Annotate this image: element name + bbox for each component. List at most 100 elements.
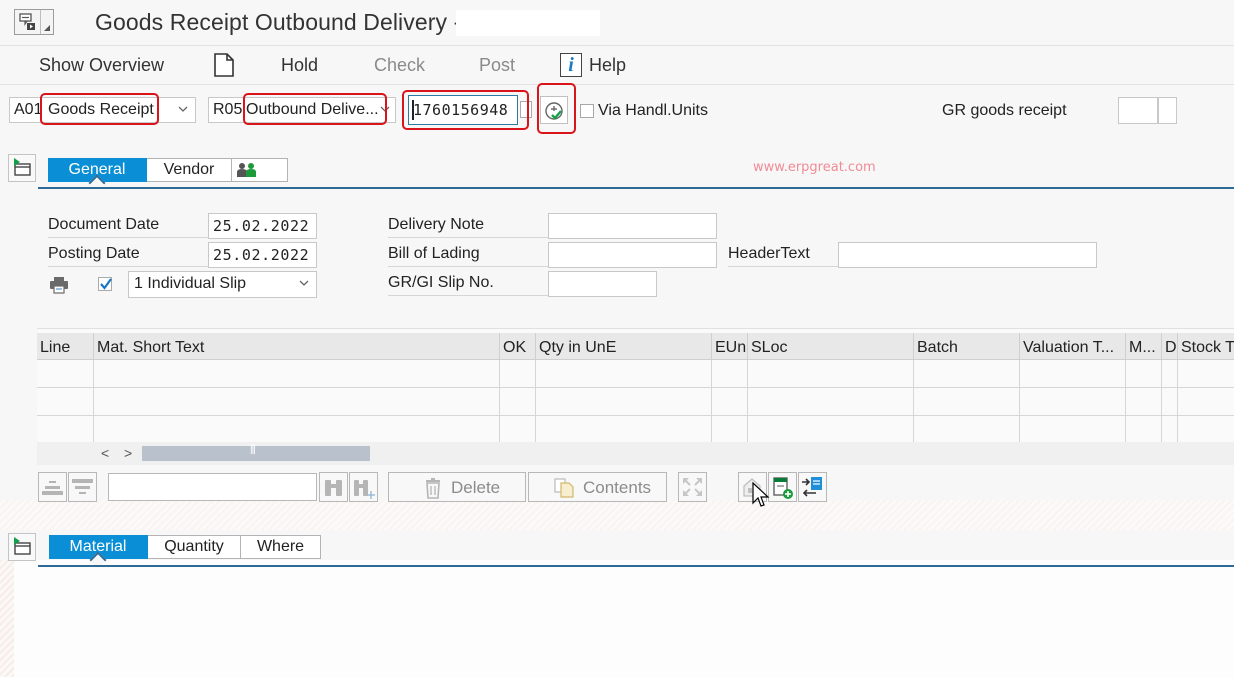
delivery-note-input[interactable]: [548, 213, 717, 239]
movement-type-label: GR goods receipt: [942, 102, 1067, 119]
help-button[interactable]: i Help: [560, 53, 626, 77]
highlight-box: [537, 83, 576, 134]
slip-type-select[interactable]: 1 Individual Slip: [128, 271, 317, 298]
highlight-box: [40, 93, 159, 125]
delivery-note-label: Delivery Note: [388, 213, 548, 238]
post-button[interactable]: Post: [479, 55, 515, 76]
show-overview-button[interactable]: Show Overview: [39, 55, 164, 76]
column-header-valuation-type[interactable]: Valuation T...: [1020, 333, 1126, 360]
transfer-icon: [802, 477, 822, 497]
column-header-ok[interactable]: OK: [500, 333, 536, 360]
window-title: Goods Receipt Outbound Delivery -: [95, 9, 462, 35]
dropdown-corner-icon: [44, 25, 50, 31]
trash-icon: [426, 478, 440, 499]
table-row[interactable]: [37, 416, 1234, 442]
info-icon: i: [560, 53, 582, 77]
new-document-button[interactable]: [213, 53, 235, 82]
posting-date-input[interactable]: 25.02.2022: [208, 242, 317, 268]
column-header-batch[interactable]: Batch: [914, 333, 1020, 360]
tab-quantity[interactable]: Quantity: [148, 535, 241, 559]
delete-label: Delete: [451, 478, 501, 497]
column-header-qty[interactable]: Qty in UnE: [536, 333, 712, 360]
chevron-down-icon: [178, 106, 188, 112]
find-next-button[interactable]: [349, 472, 378, 502]
application-toolbar: Show Overview Hold Check Post i Help: [0, 47, 1234, 85]
delete-button[interactable]: Delete: [388, 472, 526, 502]
panel-border: [0, 560, 14, 677]
header-text-input[interactable]: [838, 242, 1097, 268]
add-row-icon: [773, 477, 793, 499]
scroll-left-button[interactable]: <: [101, 445, 109, 461]
items-table: Line Mat. Short Text OK Qty in UnE EUn S…: [37, 328, 1234, 465]
partner-icon: [237, 163, 256, 177]
slip-type-value: 1 Individual Slip: [134, 275, 247, 292]
column-header-m[interactable]: M...: [1126, 333, 1162, 360]
print-icon: [49, 276, 69, 298]
column-header-mat-short-text[interactable]: Mat. Short Text: [94, 333, 500, 360]
binoculars-icon: [325, 480, 342, 496]
header-tab-underline: [38, 187, 1234, 189]
column-header-sloc[interactable]: SLoc: [748, 333, 914, 360]
bill-of-lading-input[interactable]: [548, 242, 717, 268]
check-button[interactable]: Check: [374, 55, 425, 76]
column-header-stock-type[interactable]: Stock T: [1178, 333, 1234, 360]
chevron-down-icon: [299, 280, 309, 286]
watermark: www.erpgreat.com: [753, 160, 876, 175]
tab-general[interactable]: General: [48, 158, 147, 182]
find-input[interactable]: [108, 473, 317, 501]
table-header: Line Mat. Short Text OK Qty in UnE EUn S…: [37, 333, 1234, 360]
highlight-box: [243, 93, 387, 125]
header-text-label: HeaderText: [728, 242, 838, 267]
header-tabstrip: General Vendor: [48, 158, 288, 182]
maximize-button[interactable]: [678, 472, 707, 502]
expand-panel-icon: [14, 158, 31, 176]
scrollbar-thumb[interactable]: |||: [142, 444, 370, 461]
gr-gi-slip-label: GR/GI Slip No.: [388, 271, 548, 296]
maximize-icon: [683, 478, 702, 496]
expand-header-button[interactable]: [8, 154, 36, 182]
print-checkbox[interactable]: [98, 277, 112, 291]
gr-gi-slip-input[interactable]: [548, 271, 657, 297]
movement-type-input[interactable]: [1118, 97, 1158, 124]
mouse-cursor: [752, 481, 770, 514]
add-item-button[interactable]: [768, 472, 797, 502]
via-handling-units-checkbox[interactable]: [580, 104, 594, 118]
column-header-line[interactable]: Line: [37, 333, 94, 360]
scroll-right-button[interactable]: >: [124, 445, 132, 461]
tab-where[interactable]: Where: [241, 535, 321, 559]
table-row[interactable]: [37, 360, 1234, 388]
deselect-all-button[interactable]: [68, 472, 97, 502]
select-all-button[interactable]: [38, 472, 67, 502]
deselect-all-icon: [72, 479, 93, 494]
contents-button[interactable]: Contents: [528, 472, 667, 502]
panel-separator: [0, 500, 1234, 530]
checkmark-icon: [100, 278, 112, 290]
column-header-d[interactable]: D: [1162, 333, 1178, 360]
transfer-button[interactable]: [798, 472, 827, 502]
detail-tabstrip: Material Quantity Where: [49, 535, 321, 559]
tab-partner[interactable]: [232, 158, 288, 182]
expand-detail-button[interactable]: [8, 533, 36, 561]
movement-type-input-ext[interactable]: [1158, 97, 1177, 124]
items-toolbar: Delete Contents: [37, 472, 837, 504]
column-header-eun[interactable]: EUn: [712, 333, 748, 360]
help-label: Help: [589, 54, 627, 75]
find-button[interactable]: [319, 472, 348, 502]
documents-icon: [554, 478, 574, 498]
title-redacted-area: [456, 10, 600, 36]
select-all-icon: [42, 481, 63, 495]
highlight-box: [402, 90, 529, 130]
binoculars-next-icon: [354, 480, 375, 499]
system-menu-button[interactable]: [14, 9, 54, 35]
document-date-label: Document Date: [48, 213, 208, 238]
table-row[interactable]: [37, 388, 1234, 416]
document-date-input[interactable]: 25.02.2022: [208, 213, 317, 239]
tab-material[interactable]: Material: [49, 535, 148, 559]
horizontal-scrollbar[interactable]: < > |||: [37, 442, 1234, 465]
posting-date-label: Posting Date: [48, 242, 208, 267]
hold-button[interactable]: Hold: [281, 55, 318, 76]
grip-icon: |||: [250, 444, 256, 455]
new-document-icon: [214, 53, 234, 77]
via-handling-units-label: Via Handl.Units: [598, 102, 708, 119]
tab-vendor[interactable]: Vendor: [147, 158, 232, 182]
